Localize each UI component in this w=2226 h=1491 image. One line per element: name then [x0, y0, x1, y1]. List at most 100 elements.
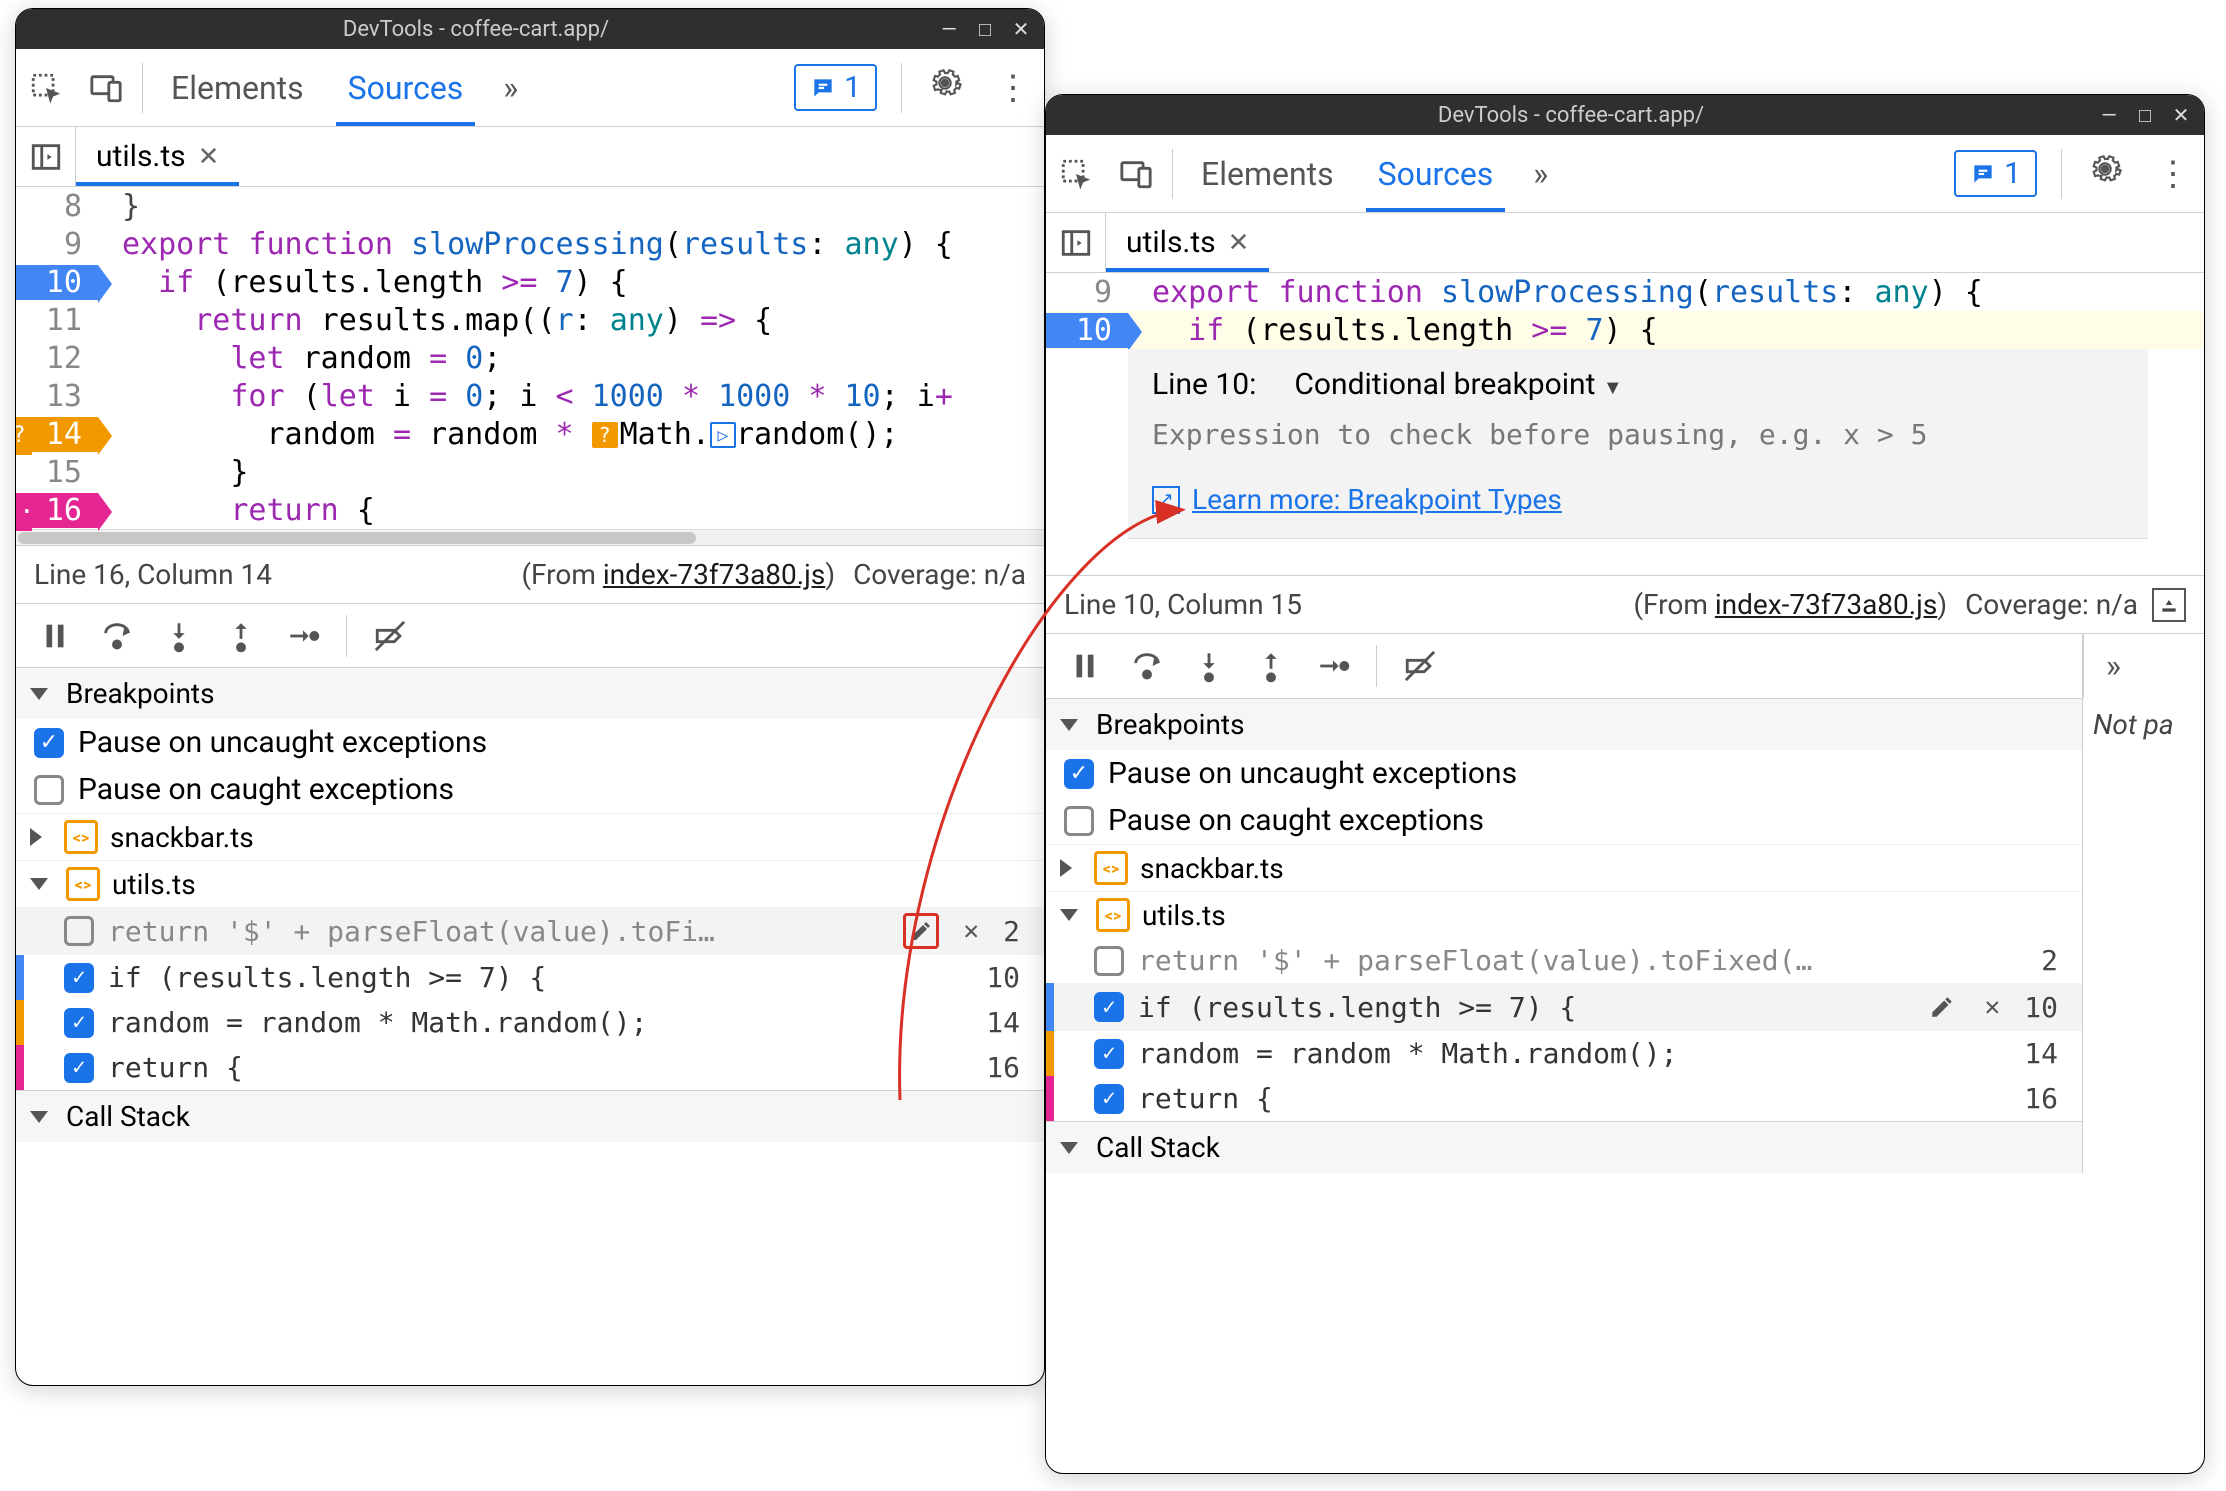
breakpoints-header[interactable]: Breakpoints [1046, 698, 2082, 750]
breakpoint-file-utils[interactable]: <> utils.ts [1046, 891, 2082, 938]
step-out-icon[interactable] [1242, 642, 1300, 690]
checkbox-checked-icon[interactable] [64, 1053, 94, 1083]
sourcemap-link[interactable]: index-73f73a80.js [1715, 588, 1937, 621]
checkbox-checked-icon[interactable] [64, 1008, 94, 1038]
pause-icon[interactable] [26, 612, 84, 660]
maximize-button[interactable]: □ [2134, 103, 2156, 128]
gutter-logpoint[interactable]: 16 [16, 493, 98, 528]
close-icon[interactable]: ✕ [1228, 228, 1250, 258]
tab-sources[interactable]: Sources [1356, 135, 1516, 212]
step-over-icon[interactable] [88, 612, 146, 660]
pause-icon[interactable] [1056, 642, 1114, 690]
checkbox-checked-icon[interactable] [1094, 1084, 1124, 1114]
checkbox-icon[interactable] [1094, 946, 1124, 976]
step-out-icon[interactable] [212, 612, 270, 660]
checkbox-icon[interactable] [64, 916, 94, 946]
gear-icon[interactable] [2088, 152, 2122, 195]
checkbox-checked-icon[interactable] [64, 963, 94, 993]
breakpoint-row[interactable]: return { 16 [1046, 1076, 2082, 1121]
pause-caught-row[interactable]: Pause on caught exceptions [1046, 797, 2082, 844]
condition-input[interactable]: Expression to check before pausing, e.g.… [1152, 418, 2124, 451]
close-window-button[interactable]: ✕ [2170, 103, 2192, 127]
edit-icon[interactable] [903, 913, 939, 949]
gutter[interactable]: 12 [16, 341, 98, 376]
gutter[interactable]: 9 [16, 227, 98, 262]
checkbox-checked-icon[interactable] [34, 728, 64, 758]
callstack-header[interactable]: Call Stack [1046, 1121, 2082, 1173]
device-icon[interactable] [76, 49, 136, 126]
inspect-icon[interactable] [1046, 135, 1106, 212]
gutter[interactable]: 8 [16, 189, 98, 224]
deactivate-breakpoints-icon[interactable] [1391, 642, 1449, 690]
more-tabs-icon[interactable]: » [485, 69, 536, 107]
device-icon[interactable] [1106, 135, 1166, 212]
coverage-icon[interactable] [2152, 588, 2186, 622]
gutter-breakpoint[interactable]: 10 [1046, 313, 1128, 348]
breakpoint-row[interactable]: random = random * Math.random(); 14 [1046, 1031, 2082, 1076]
step-icon[interactable] [1304, 642, 1362, 690]
horizontal-scrollbar[interactable] [16, 529, 1044, 545]
maximize-button[interactable]: □ [974, 17, 996, 42]
breakpoint-file-utils[interactable]: <> utils.ts [16, 860, 1044, 907]
gutter[interactable]: 15 [16, 455, 98, 490]
inspect-icon[interactable] [16, 49, 76, 126]
gear-icon[interactable] [928, 66, 962, 109]
breakpoint-row[interactable]: return { 16 [16, 1045, 1044, 1090]
breakpoint-row[interactable]: random = random * Math.random(); 14 [16, 1000, 1044, 1045]
tab-sources[interactable]: Sources [326, 49, 486, 126]
gutter-breakpoint[interactable]: 10 [16, 265, 98, 300]
more-tabs-icon[interactable]: » [2083, 634, 2143, 698]
breakpoint-type-select[interactable]: Conditional breakpoint ▼ [1294, 367, 1622, 402]
show-navigator-icon[interactable] [1046, 213, 1106, 272]
close-window-button[interactable]: ✕ [1010, 17, 1032, 41]
breakpoint-file-snackbar[interactable]: <> snackbar.ts [16, 813, 1044, 860]
show-navigator-icon[interactable] [16, 127, 76, 186]
callstack-header[interactable]: Call Stack [16, 1090, 1044, 1142]
code-editor[interactable]: 8} 9export function slowProcessing(resul… [16, 187, 1044, 545]
step-icon[interactable] [274, 612, 332, 660]
sourcemap-link[interactable]: index-73f73a80.js [603, 558, 825, 591]
gutter[interactable]: 13 [16, 379, 98, 414]
learn-more-link[interactable]: Learn more: Breakpoint Types [1192, 483, 1562, 516]
breakpoint-row[interactable]: if (results.length >= 7) { 10 [16, 955, 1044, 1000]
issues-badge[interactable]: 1 [794, 64, 877, 111]
checkbox-icon[interactable] [1064, 806, 1094, 836]
panel-title: Call Stack [1096, 1131, 1220, 1164]
pause-uncaught-row[interactable]: Pause on uncaught exceptions [1046, 750, 2082, 797]
minimize-button[interactable]: — [938, 17, 960, 41]
minimize-button[interactable]: — [2098, 103, 2120, 127]
step-into-icon[interactable] [150, 612, 208, 660]
file-tab-utils[interactable]: utils.ts ✕ [1106, 213, 1269, 272]
pause-caught-row[interactable]: Pause on caught exceptions [16, 766, 1044, 813]
remove-icon[interactable]: ✕ [953, 913, 989, 949]
pause-uncaught-row[interactable]: Pause on uncaught exceptions [16, 719, 1044, 766]
breakpoints-header[interactable]: Breakpoints [16, 667, 1044, 719]
breakpoint-row[interactable]: if (results.length >= 7) { ✕ 10 [1046, 983, 2082, 1031]
gutter[interactable]: 11 [16, 303, 98, 338]
checkbox-checked-icon[interactable] [1094, 1039, 1124, 1069]
tab-elements[interactable]: Elements [1179, 135, 1356, 212]
gutter-conditional-breakpoint[interactable]: 14 [16, 417, 98, 452]
more-tabs-icon[interactable]: » [1515, 155, 1566, 193]
file-tab-utils[interactable]: utils.ts ✕ [76, 127, 239, 186]
breakpoint-row[interactable]: return '$' + parseFloat(value).toFi… ✕ 2 [16, 907, 1044, 955]
kebab-menu-icon[interactable]: ⋮ [2156, 154, 2190, 194]
step-into-icon[interactable] [1180, 642, 1238, 690]
checkbox-icon[interactable] [34, 775, 64, 805]
tab-elements[interactable]: Elements [149, 49, 326, 126]
deactivate-breakpoints-icon[interactable] [361, 612, 419, 660]
code-editor[interactable]: 9export function slowProcessing(results:… [1046, 273, 2204, 575]
checkbox-checked-icon[interactable] [1064, 759, 1094, 789]
kebab-menu-icon[interactable]: ⋮ [996, 68, 1030, 108]
close-icon[interactable]: ✕ [198, 142, 220, 172]
issues-badge[interactable]: 1 [1954, 150, 2037, 197]
breakpoint-file-snackbar[interactable]: <> snackbar.ts [1046, 844, 2082, 891]
titlebar[interactable]: DevTools - coffee-cart.app/ — □ ✕ [1046, 95, 2204, 135]
breakpoint-row[interactable]: return '$' + parseFloat(value).toFixed(…… [1046, 938, 2082, 983]
step-over-icon[interactable] [1118, 642, 1176, 690]
checkbox-checked-icon[interactable] [1094, 992, 1124, 1022]
gutter[interactable]: 9 [1046, 275, 1128, 310]
titlebar[interactable]: DevTools - coffee-cart.app/ — □ ✕ [16, 9, 1044, 49]
remove-icon[interactable]: ✕ [1974, 989, 2010, 1025]
edit-icon[interactable] [1924, 989, 1960, 1025]
